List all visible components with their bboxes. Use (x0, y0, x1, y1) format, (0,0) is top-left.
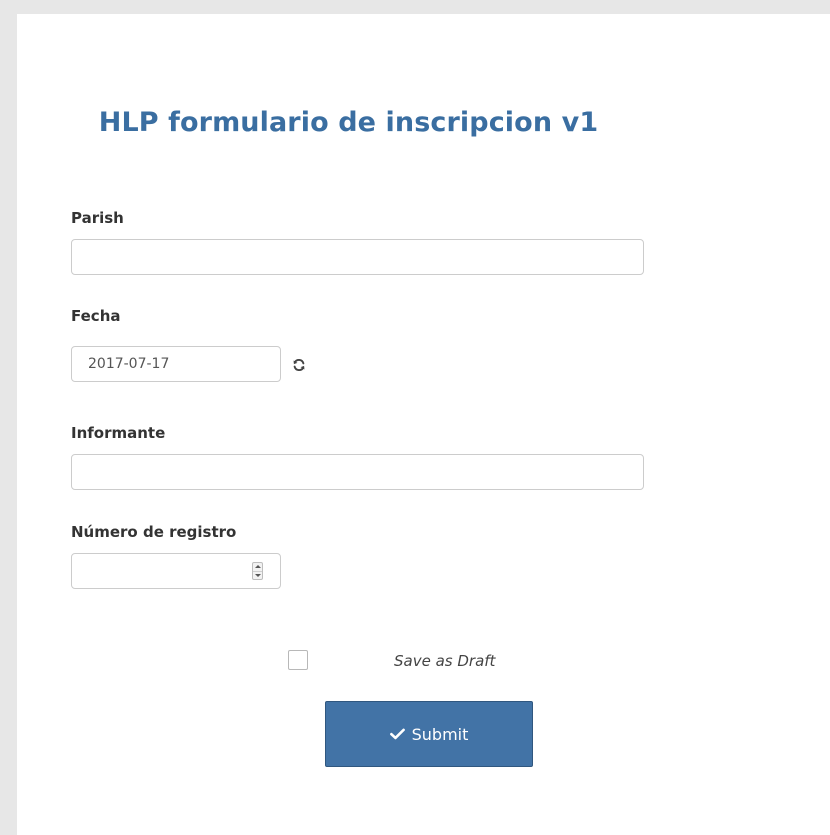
save-as-draft-label: Save as Draft (394, 652, 496, 670)
spinner-down-icon[interactable] (253, 571, 262, 579)
refresh-icon[interactable] (292, 358, 306, 372)
parish-label: Parish (71, 209, 124, 227)
numero-registro-input[interactable] (71, 553, 281, 589)
number-spinner[interactable] (252, 562, 263, 580)
save-as-draft-checkbox[interactable] (288, 650, 308, 670)
fecha-date-input[interactable]: 2017-07-17 (71, 346, 281, 382)
submit-button[interactable]: Submit (325, 701, 533, 767)
informante-input[interactable] (71, 454, 644, 490)
fecha-label: Fecha (71, 307, 121, 325)
fecha-value: 2017-07-17 (88, 356, 170, 372)
informante-label: Informante (71, 424, 166, 442)
submit-label: Submit (411, 724, 469, 744)
form-title: HLP formulario de inscripcion v1 (98, 107, 599, 138)
numero-registro-label: Número de registro (71, 523, 237, 541)
parish-input[interactable] (71, 239, 644, 275)
check-icon (389, 728, 405, 740)
form-container: HLP formulario de inscripcion v1 Parish … (17, 14, 830, 835)
